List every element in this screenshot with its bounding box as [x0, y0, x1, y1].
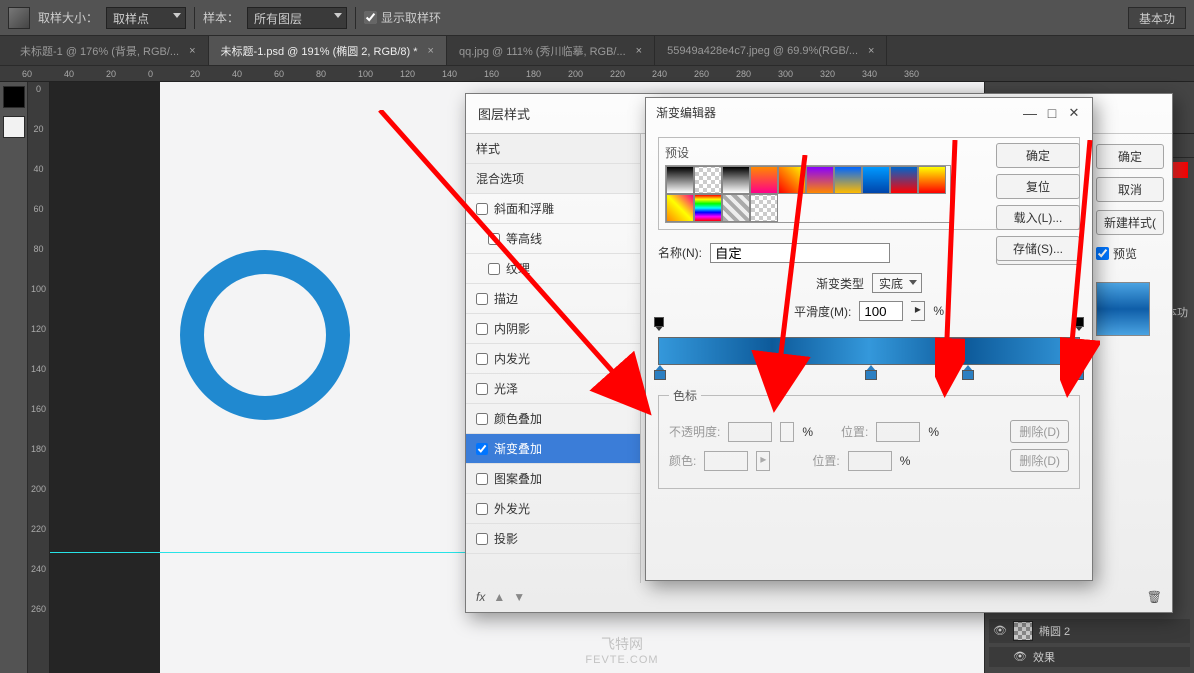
presets-label: 预设: [665, 144, 689, 161]
vertical-ruler: 020406080100120140160180200220240260: [28, 82, 50, 673]
delete-color-stop: 删除(D): [1010, 449, 1069, 472]
fx-pattern-overlay[interactable]: 图案叠加: [466, 464, 640, 494]
annotation-arrow-1: [370, 110, 660, 420]
close-icon[interactable]: ×: [868, 45, 874, 57]
annotation-arrow-3: [935, 140, 965, 400]
basics-button[interactable]: 基本功: [1128, 7, 1186, 29]
color-stop-2[interactable]: [865, 365, 877, 379]
annotation-arrow-2: [735, 155, 815, 415]
gradient-editor-dialog[interactable]: 渐变编辑器 — □ ✕ 预设 ⚙: [645, 97, 1093, 581]
color-label: 颜色:: [669, 452, 696, 469]
layer-item-ellipse[interactable]: 👁 椭圆 2: [989, 619, 1190, 643]
trash-icon[interactable]: 🗑: [1147, 590, 1162, 604]
horizontal-ruler: 6040200204060801001201401601802002202402…: [0, 66, 1194, 82]
minimize-icon[interactable]: —: [1022, 105, 1038, 121]
close-icon[interactable]: ×: [189, 45, 195, 57]
layer-name: 椭圆 2: [1039, 623, 1070, 639]
doc-tab-2[interactable]: qq.jpg @ 111% (秀川临摹, RGB/...×: [447, 36, 655, 65]
watermark: 飞特网 FEVTE.COM: [585, 635, 658, 667]
close-icon[interactable]: ×: [636, 45, 642, 57]
opacity-input: [728, 422, 772, 442]
layer-thumbnail: [1013, 621, 1033, 641]
document-tabs: 未标题-1 @ 176% (背景, RGB/...× 未标题-1.psd @ 1…: [0, 36, 1194, 66]
position-input-2: [848, 451, 892, 471]
preview-checkbox[interactable]: 预览: [1096, 245, 1164, 262]
cancel-button[interactable]: 取消: [1096, 177, 1164, 202]
gradient-type-select[interactable]: 实底: [872, 273, 922, 293]
fx-icon[interactable]: fx: [476, 590, 485, 604]
visibility-icon[interactable]: 👁: [993, 624, 1007, 638]
position-input-1: [876, 422, 920, 442]
layer-fx-row[interactable]: 👁 效果: [989, 647, 1190, 667]
doc-tab-3[interactable]: 55949a428e4c7.jpeg @ 69.9%(RGB/...×: [655, 36, 887, 65]
fx-label: 效果: [1033, 649, 1055, 665]
preview-swatch: [1096, 282, 1150, 336]
gradient-bar[interactable]: [658, 337, 1080, 365]
eyedropper-tool-icon[interactable]: [8, 7, 30, 29]
fx-outer-glow[interactable]: 外发光: [466, 494, 640, 524]
fx-gradient-overlay[interactable]: 渐变叠加: [466, 434, 640, 464]
fx-drop-shadow[interactable]: 投影: [466, 524, 640, 554]
swatch-white[interactable]: [3, 116, 25, 138]
annotation-arrow-4: [1060, 140, 1100, 400]
sample-size-label: 取样大小：: [38, 9, 98, 26]
doc-tab-0[interactable]: 未标题-1 @ 176% (背景, RGB/...×: [8, 36, 209, 65]
smoothness-input[interactable]: [859, 301, 903, 321]
gradient-type-label: 渐变类型: [816, 275, 864, 292]
close-icon[interactable]: ×: [428, 45, 434, 57]
ok-button[interactable]: 确定: [1096, 144, 1164, 169]
doc-tab-1[interactable]: 未标题-1.psd @ 191% (椭圆 2, RGB/8) *×: [209, 36, 447, 65]
sample-select[interactable]: 所有图层: [247, 7, 347, 29]
sample-label: 样本：: [203, 9, 239, 26]
arrow-down-icon[interactable]: ▼: [513, 590, 525, 604]
pos-label-1: 位置:: [841, 423, 868, 440]
options-bar: 取样大小： 取样点 样本： 所有图层 显示取样环 基本功: [0, 0, 1194, 36]
delete-opacity-stop: 删除(D): [1010, 420, 1069, 443]
show-ring-checkbox[interactable]: 显示取样环: [364, 9, 441, 26]
swatch-black[interactable]: [3, 86, 25, 108]
visibility-icon[interactable]: 👁: [1013, 650, 1027, 664]
name-label: 名称(N):: [658, 244, 702, 261]
new-style-button[interactable]: 新建样式(: [1096, 210, 1164, 235]
gradient-editor-title: 渐变编辑器: [656, 104, 1016, 121]
pos-label-2: 位置:: [812, 452, 839, 469]
opacity-label: 不透明度:: [669, 423, 720, 440]
maximize-icon[interactable]: □: [1044, 105, 1060, 121]
arrow-up-icon[interactable]: ▲: [493, 590, 505, 604]
stops-legend: 色标: [669, 387, 701, 404]
sample-size-dropdown[interactable]: 取样点: [106, 7, 186, 29]
close-icon[interactable]: ✕: [1066, 105, 1082, 121]
left-panel-dock: [0, 82, 28, 673]
ellipse-shape: [180, 250, 350, 420]
